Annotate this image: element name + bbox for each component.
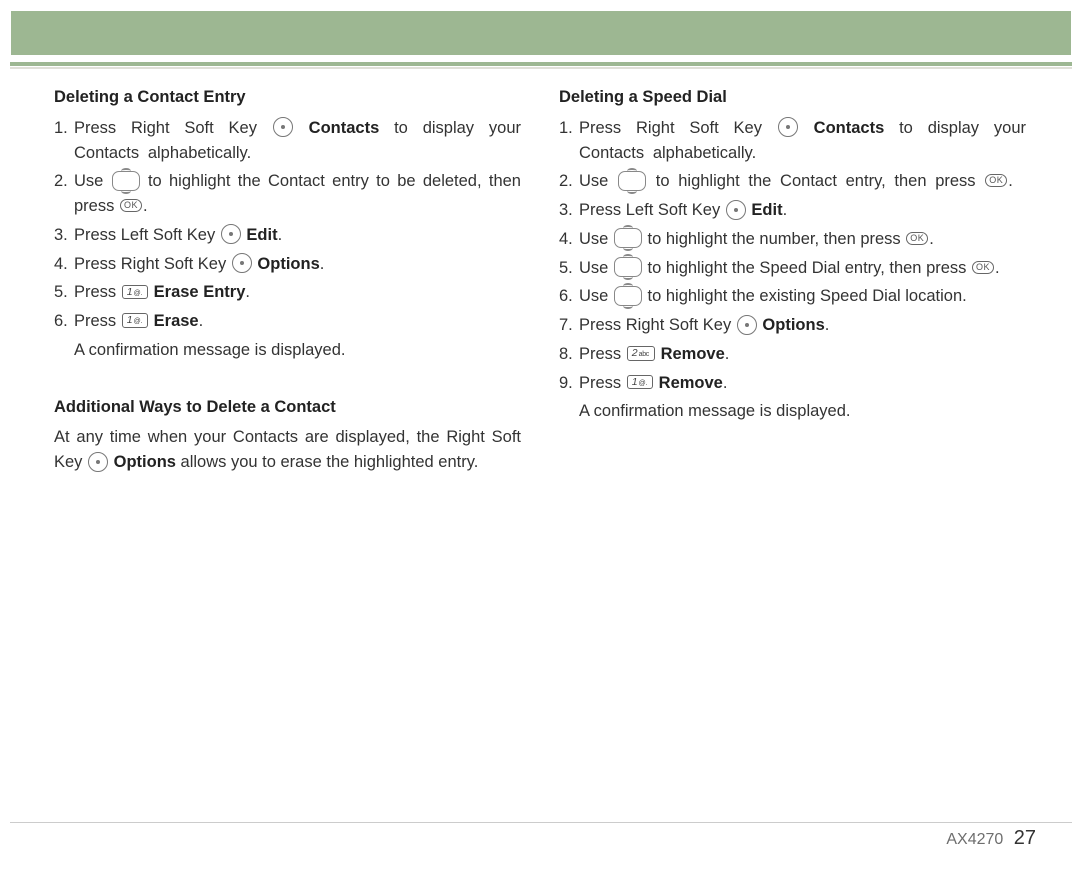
step-text: Press Right Soft Key Contacts to display… bbox=[579, 116, 1026, 166]
nav-key-icon bbox=[614, 257, 642, 277]
manual-page: Deleting a Contact Entry 1.Press Right S… bbox=[0, 10, 1080, 873]
list-item: 2.Use to highlight the Contact entry to … bbox=[54, 169, 521, 219]
right-column: Deleting a Speed Dial 1.Press Right Soft… bbox=[559, 81, 1026, 475]
list-item: 6.Press 1@. Erase. bbox=[54, 309, 521, 334]
step-number: 4. bbox=[54, 252, 74, 277]
list-item: 8.Press 2abc Remove. bbox=[559, 342, 1026, 367]
steps-list: 1.Press Right Soft Key Contacts to displ… bbox=[559, 116, 1026, 396]
step-text: Press 1@. Remove. bbox=[579, 371, 1026, 396]
softkey-icon bbox=[273, 117, 293, 137]
softkey-icon bbox=[726, 200, 746, 220]
step-number: 1. bbox=[559, 116, 579, 166]
list-item: 5.Press 1@. Erase Entry. bbox=[54, 280, 521, 305]
step-text: Press 2abc Remove. bbox=[579, 342, 1026, 367]
model-number: AX4270 bbox=[946, 831, 1003, 848]
list-item: 5.Use to highlight the Speed Dial entry,… bbox=[559, 256, 1026, 281]
step-text: Press Right Soft Key Options. bbox=[74, 252, 521, 277]
step-number: 8. bbox=[559, 342, 579, 367]
step-text: Press 1@. Erase Entry. bbox=[74, 280, 521, 305]
softkey-icon bbox=[737, 315, 757, 335]
step-number: 7. bbox=[559, 313, 579, 338]
ok-key-icon: OK bbox=[906, 232, 928, 245]
step-text: Use to highlight the Contact entry, then… bbox=[579, 169, 1026, 194]
nav-key-icon bbox=[614, 286, 642, 306]
list-item: 3.Press Left Soft Key Edit. bbox=[559, 198, 1026, 223]
header-band bbox=[10, 10, 1072, 56]
softkey-icon bbox=[232, 253, 252, 273]
header-rule-thick bbox=[10, 62, 1072, 66]
step-number: 9. bbox=[559, 371, 579, 396]
step-number: 2. bbox=[54, 169, 74, 219]
step-number: 5. bbox=[54, 280, 74, 305]
list-item: 1.Press Right Soft Key Contacts to displ… bbox=[559, 116, 1026, 166]
step-text: Use to highlight the Speed Dial entry, t… bbox=[579, 256, 1026, 281]
step-text: Press Right Soft Key Contacts to display… bbox=[74, 116, 521, 166]
left-column: Deleting a Contact Entry 1.Press Right S… bbox=[54, 81, 521, 475]
footer-rule bbox=[10, 822, 1072, 824]
paragraph: At any time when your Contacts are displ… bbox=[54, 425, 521, 475]
confirmation-text: A confirmation message is displayed. bbox=[74, 338, 521, 363]
list-item: 7.Press Right Soft Key Options. bbox=[559, 313, 1026, 338]
softkey-icon bbox=[221, 224, 241, 244]
ok-key-icon: OK bbox=[120, 199, 142, 212]
key-1-icon: 1@. bbox=[122, 313, 148, 328]
list-item: 4.Press Right Soft Key Options. bbox=[54, 252, 521, 277]
step-number: 4. bbox=[559, 227, 579, 252]
page-footer: AX4270 27 bbox=[946, 823, 1036, 853]
list-item: 3.Press Left Soft Key Edit. bbox=[54, 223, 521, 248]
nav-key-icon bbox=[618, 171, 646, 191]
step-text: Use to highlight the existing Speed Dial… bbox=[579, 284, 1026, 309]
key-2-icon: 2abc bbox=[627, 346, 655, 361]
header-rule-thin bbox=[10, 67, 1072, 69]
step-text: Use to highlight the number, then press … bbox=[579, 227, 1026, 252]
step-text: Press 1@. Erase. bbox=[74, 309, 521, 334]
nav-key-icon bbox=[614, 228, 642, 248]
ok-key-icon: OK bbox=[985, 174, 1007, 187]
step-text: Press Left Soft Key Edit. bbox=[74, 223, 521, 248]
softkey-icon bbox=[88, 452, 108, 472]
step-number: 2. bbox=[559, 169, 579, 194]
section-heading: Deleting a Contact Entry bbox=[54, 85, 521, 110]
softkey-icon bbox=[778, 117, 798, 137]
nav-key-icon bbox=[112, 171, 140, 191]
step-number: 5. bbox=[559, 256, 579, 281]
list-item: 6.Use to highlight the existing Speed Di… bbox=[559, 284, 1026, 309]
list-item: 2.Use to highlight the Contact entry, th… bbox=[559, 169, 1026, 194]
step-number: 6. bbox=[559, 284, 579, 309]
step-text: Press Left Soft Key Edit. bbox=[579, 198, 1026, 223]
page-number: 27 bbox=[1014, 827, 1036, 849]
key-1-icon: 1@. bbox=[627, 375, 653, 390]
key-1-icon: 1@. bbox=[122, 285, 148, 300]
ok-key-icon: OK bbox=[972, 261, 994, 274]
section-heading: Additional Ways to Delete a Contact bbox=[54, 395, 521, 420]
list-item: 1.Press Right Soft Key Contacts to displ… bbox=[54, 116, 521, 166]
step-text: Use to highlight the Contact entry to be… bbox=[74, 169, 521, 219]
step-text: Press Right Soft Key Options. bbox=[579, 313, 1026, 338]
list-item: 9.Press 1@. Remove. bbox=[559, 371, 1026, 396]
steps-list: 1.Press Right Soft Key Contacts to displ… bbox=[54, 116, 521, 334]
list-item: 4.Use to highlight the number, then pres… bbox=[559, 227, 1026, 252]
confirmation-text: A confirmation message is displayed. bbox=[579, 399, 1026, 424]
section-heading: Deleting a Speed Dial bbox=[559, 85, 1026, 110]
step-number: 3. bbox=[54, 223, 74, 248]
step-number: 1. bbox=[54, 116, 74, 166]
step-number: 6. bbox=[54, 309, 74, 334]
step-number: 3. bbox=[559, 198, 579, 223]
